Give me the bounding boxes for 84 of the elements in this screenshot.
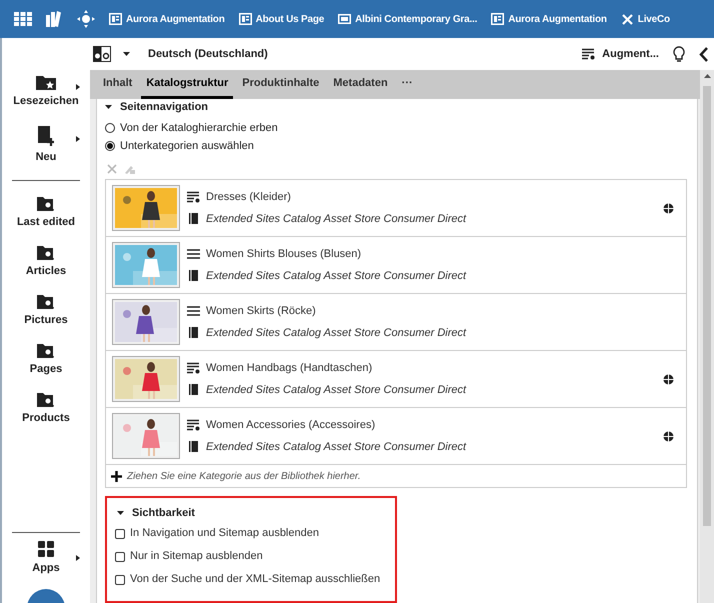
category-name: Women Skirts (Röcke) [206,304,316,319]
store-name: Extended Sites Catalog Asset Store Consumer Direct [206,268,466,284]
store-name: Extended Sites Catalog Asset Store Consumer Direct [206,382,466,398]
page-icon [238,13,252,25]
store-name: Extended Sites Catalog Asset Store Consumer Direct [206,440,466,454]
grid-menu-icon[interactable] [14,12,32,26]
radio-option[interactable]: Von der Kataloghierarchie erben [105,121,689,135]
catalog-icon [189,213,198,224]
document-tab[interactable]: Aurora Augmentation [109,12,225,26]
page-icon [109,13,122,25]
folder-search-icon [37,342,55,358]
list-settings-icon [187,362,200,374]
catalog-icon [189,270,198,282]
sidebar-item[interactable]: Pictures [2,285,90,334]
list-settings-icon [187,191,200,204]
move-icon[interactable] [77,10,95,28]
category-row[interactable]: Women Skirts (Röcke) Extended Sites Catalog Asset Store Consumer Direct [106,294,686,351]
category-row[interactable]: Dresses (Kleider) Extended Sites Catalog Asset Store Consumer Direct [106,180,686,237]
library-icon[interactable] [46,11,63,27]
document-tab[interactable]: Albini Contemporary Gra... [338,12,478,26]
sidebar-item[interactable]: Lesezeichen [2,70,90,122]
list-settings-icon [582,48,596,60]
list-icon [187,249,200,260]
folder-search-icon [37,293,55,309]
scroll-up-icon[interactable] [704,74,710,78]
tab[interactable]: ··· [396,70,418,99]
dropdown-caret-icon[interactable] [123,52,130,56]
section-title: Seitennavigation [120,100,208,115]
scrollbar-thumb[interactable] [703,86,711,526]
submenu-caret-icon [76,555,80,561]
apps-button[interactable]: Apps [2,533,90,583]
tab[interactable]: Produktinhalte [237,70,324,99]
folder-search-icon [37,391,55,407]
checkbox[interactable] [115,552,125,562]
category-name: Women Shirts Blouses (Blusen) [206,247,362,262]
list-settings-icon [187,419,200,432]
catalog-icon [189,384,198,396]
add-icon[interactable] [111,470,122,482]
category-name: Women Accessories (Accessoires) [206,418,376,433]
sidebar-item[interactable]: Pages [2,334,90,383]
store-name: Extended Sites Catalog Asset Store Consumer Direct [206,326,466,340]
section-title: Sichtbarkeit [132,506,195,521]
catalog-icon [189,441,198,452]
list-icon [187,306,200,316]
workflow-button[interactable]: Augment... [582,46,659,62]
radio-button[interactable] [105,141,115,151]
lightbulb-icon[interactable] [673,46,685,62]
checkbox-option[interactable]: Von der Suche und der XML-Sitemap ausschließen [115,572,391,587]
category-name: Women Handbags (Handtaschen) [206,361,372,376]
folder-search-icon [37,244,55,260]
document-tab[interactable]: Aurora Augmentation [491,12,607,26]
sidebar-item[interactable]: Articles [2,236,90,285]
tab[interactable]: Metadaten [328,70,393,99]
category-name: Dresses (Kleider) [206,190,291,205]
locale-label: Deutsch (Deutschland) [148,46,268,62]
apps-grid-icon [38,541,54,557]
checkbox[interactable] [115,528,125,538]
language-icon[interactable] [93,46,111,62]
tools-icon [620,12,634,26]
document-tab[interactable]: LiveCo [620,12,670,26]
catalog-icon [189,327,198,338]
new-document-icon [38,126,54,146]
radio-button[interactable] [105,123,115,133]
page-icon [491,13,504,25]
folder-search-icon [37,195,55,211]
checkbox-option[interactable]: Nur in Sitemap ausblenden [115,549,391,564]
document-tab[interactable]: About Us Page [238,12,324,26]
radio-option[interactable]: Unterkategorien auswählen [105,139,689,153]
category-row[interactable]: Women Shirts Blouses (Blusen) Extended Sites Catalog Asset Store Consumer Direct [106,237,686,294]
banner-icon [338,14,352,24]
sidebar-item[interactable]: Last edited [2,187,90,236]
tab[interactable]: Inhalt [98,70,138,99]
collapse-chevron-icon[interactable] [699,46,708,62]
collapse-caret-icon[interactable] [117,511,124,515]
collapse-caret-icon[interactable] [105,105,112,109]
store-name: Extended Sites Catalog Asset Store Consumer Direct [206,212,466,226]
checkbox[interactable] [115,574,125,584]
category-row[interactable]: Women Accessories (Accessoires) Extended Sites Catalog Asset Store Consumer Direct [106,408,686,465]
category-row[interactable]: Women Handbags (Handtaschen) Extended Sites Catalog Asset Store Consumer Direct [106,351,686,408]
folder-star-icon [36,74,56,90]
checkbox-option[interactable]: In Navigation und Sitemap ausblenden [115,526,391,541]
sidebar-item[interactable]: Products [2,383,90,432]
sidebar-item[interactable]: Neu [2,122,90,174]
drop-hint: Ziehen Sie eine Kategorie aus der Bibliothek hierher. [127,470,361,484]
